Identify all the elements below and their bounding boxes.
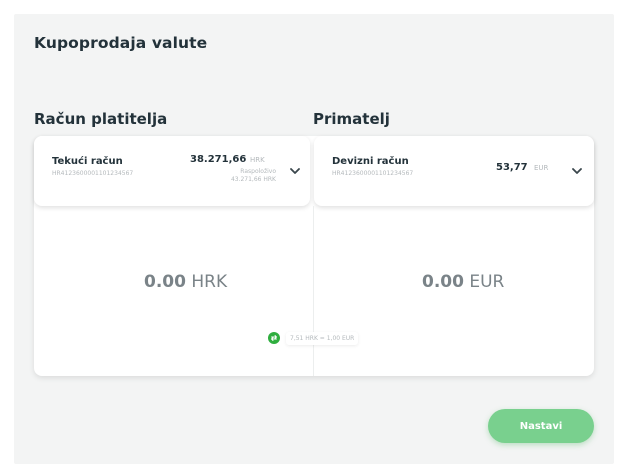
exchange-card: Tekući račun HR4123600001101234567 38.27… — [34, 136, 594, 376]
to-amount-currency: EUR — [469, 272, 505, 292]
recipient-account-balance: 53,77 — [496, 162, 528, 173]
payer-account-balance: 38.271,66 — [190, 154, 247, 165]
to-amount-input[interactable]: 0.00 EUR — [422, 272, 504, 292]
payer-account-selector[interactable]: Tekući račun HR4123600001101234567 38.27… — [34, 136, 310, 206]
column-divider — [313, 206, 314, 376]
recipient-account-selector[interactable]: Devizni račun HR4123600001101234567 53,7… — [314, 136, 594, 206]
exchange-panel: Kupoprodaja valute Račun platitelja Prim… — [14, 14, 614, 464]
payer-account-iban: HR4123600001101234567 — [52, 170, 134, 177]
payer-account-currency: HRK — [250, 156, 265, 164]
chevron-down-icon[interactable] — [288, 164, 302, 178]
page-title: Kupoprodaja valute — [34, 34, 208, 52]
payer-account-available-amount: 43.271,66 HRK — [230, 176, 276, 183]
from-amount-input[interactable]: 0.00 HRK — [144, 272, 227, 292]
payer-account-available-label: Raspoloživo — [240, 168, 276, 175]
recipient-account-name: Devizni račun — [332, 156, 409, 167]
payer-section-label: Račun platitelja — [34, 110, 168, 128]
from-amount-currency: HRK — [191, 272, 228, 292]
swap-icon[interactable] — [268, 332, 280, 344]
from-amount-value: 0.00 — [144, 272, 186, 292]
payer-account-name: Tekući račun — [52, 156, 123, 167]
recipient-account-currency: EUR — [534, 164, 549, 172]
exchange-rate-text: 7,51 HRK = 1,00 EUR — [286, 331, 359, 345]
continue-button[interactable]: Nastavi — [488, 409, 594, 443]
to-amount-value: 0.00 — [422, 272, 464, 292]
recipient-section-label: Primatelj — [313, 110, 390, 128]
chevron-down-icon[interactable] — [570, 164, 584, 178]
recipient-account-iban: HR4123600001101234567 — [332, 170, 414, 177]
exchange-rate: 7,51 HRK = 1,00 EUR — [268, 329, 386, 347]
